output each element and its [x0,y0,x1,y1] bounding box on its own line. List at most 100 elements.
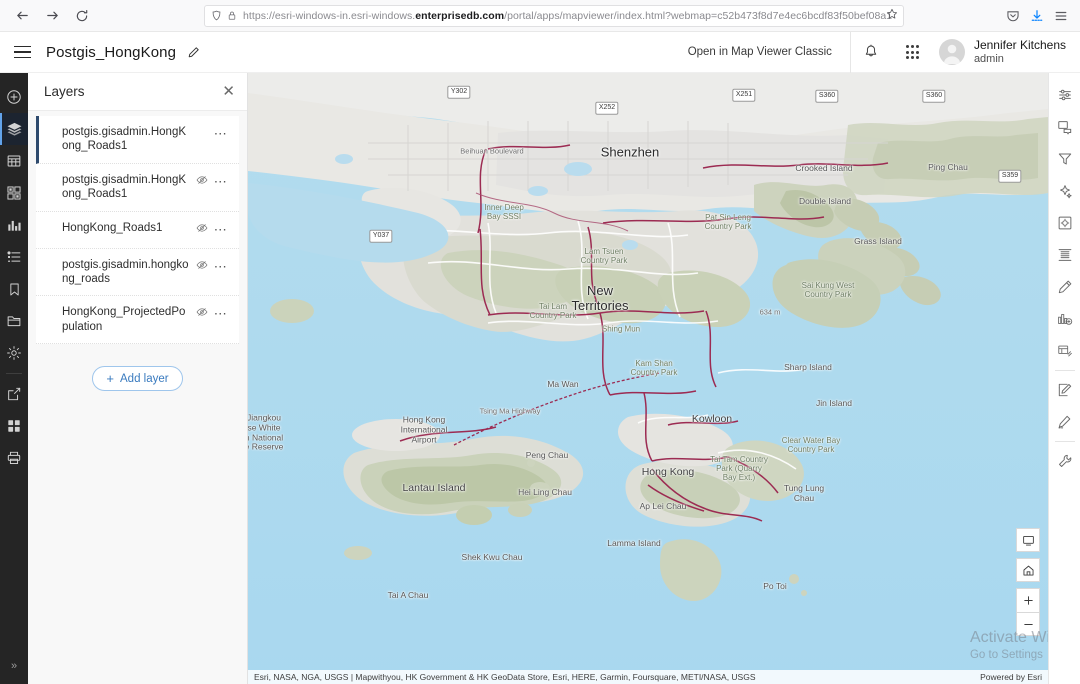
sidebar-item-content[interactable] [0,305,28,337]
pencil-edit-icon[interactable] [187,46,200,59]
edit-square-icon [1057,382,1073,398]
powered-by-esri: Powered by Esri [980,672,1042,682]
analysis-icon [1057,311,1073,327]
layers-stack-icon [6,121,23,138]
right-rail-divider [1055,370,1075,371]
eye-hidden-icon [196,174,208,186]
layer-visibility-toggle[interactable] [193,221,211,234]
properties-sliders-icon [1057,87,1073,103]
layer-visibility-toggle[interactable] [193,125,211,126]
plus-icon [1022,594,1035,607]
edit-button[interactable] [1049,374,1080,406]
left-toolbar: » [0,73,28,684]
app-grid-icon[interactable] [892,32,933,73]
styles-button[interactable] [1049,239,1080,271]
route-shield: S360 [815,90,838,103]
reload-button[interactable] [68,3,96,29]
layer-visibility-toggle[interactable] [193,305,211,318]
layer-options-ellipsis-icon[interactable]: ⋯ [211,258,231,273]
popups-button[interactable] [1049,111,1080,143]
layer-name: postgis.gisadmin.HongKong_Roads1 [62,125,193,154]
layer-options-ellipsis-icon[interactable]: ⋯ [211,221,231,236]
add-layer-button[interactable]: + Add layer [92,366,182,391]
map-canvas-container[interactable]: ShenzhenNewTerritoriesKowloonHong KongLa… [248,73,1048,684]
browser-toolbar: https://esri-windows-in.esri-windows.ent… [0,0,1080,32]
layer-visibility-toggle[interactable] [193,258,211,271]
back-button[interactable] [8,3,36,29]
layer-name: HongKong_ProjectedPopulation [62,305,193,334]
analysis-button[interactable] [1049,303,1080,335]
sidebar-item-bookmarks[interactable] [0,273,28,305]
share-icon [6,386,22,402]
layer-list-item[interactable]: postgis.gisadmin.hongkong_roads ⋯ [36,249,239,297]
layer-name: postgis.gisadmin.hongkong_roads [62,258,193,287]
add-layer-label: Add layer [120,373,169,385]
browser-menu-icon[interactable] [1054,9,1068,23]
layers-panel-title: Layers [44,84,222,99]
pocket-icon[interactable] [1006,9,1020,23]
sketch-button[interactable] [1049,271,1080,303]
forward-button[interactable] [38,3,66,29]
avatar[interactable] [939,39,965,65]
sidebar-item-print[interactable] [0,442,28,474]
layer-options-ellipsis-icon[interactable]: ⋯ [211,305,231,320]
layer-list-item[interactable]: HongKong_ProjectedPopulation ⋯ [36,296,239,344]
sidebar-item-basemap[interactable] [0,177,28,209]
layer-name: postgis.gisadmin.HongKong_Roads1 [62,173,193,202]
layer-options-ellipsis-icon[interactable]: ⋯ [211,173,231,188]
notification-bell-icon[interactable] [851,32,892,73]
home-icon [1022,564,1035,577]
zoom-in-button[interactable] [1016,588,1040,612]
sidebar-item-charts[interactable] [0,209,28,241]
download-icon[interactable] [1030,9,1044,23]
fields-icon [1057,343,1073,359]
sidebar-item-create-app[interactable] [0,410,28,442]
table-icon [6,153,22,169]
address-bar[interactable]: https://esri-windows-in.esri-windows.ent… [204,5,904,27]
app-header: Postgis_HongKong Open in Map Viewer Clas… [0,32,1080,73]
sidebar-item-tables[interactable] [0,145,28,177]
layer-name: HongKong_Roads1 [62,221,193,235]
sidebar-item-legend[interactable] [0,241,28,273]
default-extent-button[interactable] [1016,558,1040,582]
zoom-out-button[interactable] [1016,612,1040,636]
expand-chevrons-icon[interactable]: » [0,652,28,680]
app-menu-button[interactable] [6,32,38,73]
styles-icon [1057,247,1073,263]
eye-hidden-icon [196,259,208,271]
layer-options-ellipsis-icon[interactable]: ⋯ [211,125,231,140]
tools-button[interactable] [1049,445,1080,477]
open-map-viewer-classic-link[interactable]: Open in Map Viewer Classic [688,46,850,58]
effects-button[interactable] [1049,175,1080,207]
route-shield: Y302 [447,86,470,99]
layer-list-item[interactable]: postgis.gisadmin.HongKong_Roads1 ⋯ [36,116,239,164]
close-icon[interactable]: ✕ [222,84,235,99]
layer-list-item[interactable]: postgis.gisadmin.HongKong_Roads1 ⋯ [36,164,239,212]
layer-visibility-toggle[interactable] [193,173,211,186]
full-extent-button[interactable] [1016,528,1040,552]
fields-button[interactable] [1049,335,1080,367]
user-info[interactable]: Jennifer Kitchens admin [974,38,1080,67]
legend-icon [6,249,22,265]
properties-button[interactable] [1049,79,1080,111]
rail-divider [6,373,22,374]
print-icon [6,450,22,466]
lock-icon [227,10,237,21]
route-shield: X252 [595,102,618,115]
filter-button[interactable] [1049,143,1080,175]
app-body: » Layers ✕ postgis.gisadmin.HongKong_Roa… [0,73,1080,684]
sidebar-item-share[interactable] [0,378,28,410]
route-shield: X251 [732,89,755,102]
layers-panel-header: Layers ✕ [28,73,247,111]
layers-panel: Layers ✕ postgis.gisadmin.HongKong_Roads… [28,73,248,684]
sidebar-item-settings[interactable] [0,337,28,369]
labels-button[interactable] [1049,207,1080,239]
layer-list-item[interactable]: HongKong_Roads1 ⋯ [36,212,239,249]
measure-button[interactable] [1049,406,1080,438]
bookmark-star-icon[interactable] [886,7,898,25]
sidebar-item-layers[interactable] [0,113,28,145]
route-shield: Y037 [369,230,392,243]
sidebar-item-add-content[interactable] [0,81,28,113]
add-layer-container: + Add layer [28,344,247,391]
url-text: https://esri-windows-in.esri-windows.ent… [243,10,892,22]
